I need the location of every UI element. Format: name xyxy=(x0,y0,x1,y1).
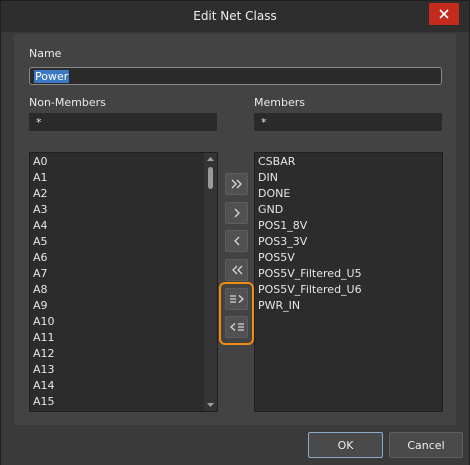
list-item[interactable]: A6 xyxy=(30,250,217,266)
list-item[interactable]: A15 xyxy=(30,394,217,410)
list-item[interactable]: A10 xyxy=(30,314,217,330)
name-value: Power xyxy=(34,70,70,83)
window-title: Edit Net Class xyxy=(193,9,277,23)
cancel-button[interactable]: Cancel xyxy=(389,432,463,458)
scroll-down-arrow-icon xyxy=(207,403,214,407)
list-item[interactable]: A4 xyxy=(30,218,217,234)
list-item[interactable]: DONE xyxy=(255,186,442,202)
non-members-list[interactable]: A0 A1 A2 A3 A4 A5 A6 A7 A8 A9 A10 A11 A12 A13 A14 A15 xyxy=(29,152,218,412)
move-all-to-non-members-button[interactable] xyxy=(225,259,248,281)
move-to-members-button[interactable] xyxy=(225,202,248,224)
name-label: Name xyxy=(29,47,62,60)
list-item[interactable]: A2 xyxy=(30,186,217,202)
list-item[interactable]: A0 xyxy=(30,154,217,170)
list-item[interactable]: A5 xyxy=(30,234,217,250)
scroll-thumb[interactable] xyxy=(208,167,213,189)
list-item[interactable]: POS5V xyxy=(255,250,442,266)
list-item[interactable]: POS5V_Filtered_U6 xyxy=(255,282,442,298)
close-icon xyxy=(439,9,449,19)
list-item[interactable]: A11 xyxy=(30,330,217,346)
list-item[interactable]: POS1_8V xyxy=(255,218,442,234)
remove-selected-from-members-button[interactable] xyxy=(225,316,248,338)
move-to-non-members-button[interactable] xyxy=(225,230,248,252)
scroll-down-button[interactable] xyxy=(204,399,217,411)
list-item[interactable]: A1 xyxy=(30,170,217,186)
list-move-left-icon xyxy=(229,323,244,331)
close-button[interactable] xyxy=(429,3,459,25)
members-filter-input[interactable]: * xyxy=(254,113,442,131)
members-list[interactable]: CSBAR DIN DONE GND POS1_8V POS3_3V POS5V POS5V_… xyxy=(254,152,443,412)
list-item[interactable]: GND xyxy=(255,202,442,218)
list-item[interactable]: PWR_IN xyxy=(255,298,442,314)
name-field[interactable]: Power xyxy=(29,67,442,85)
list-item[interactable]: POS5V_Filtered_U5 xyxy=(255,266,442,282)
non-members-filter-input[interactable]: * xyxy=(29,113,217,131)
members-label: Members xyxy=(254,96,305,109)
move-all-to-members-button[interactable] xyxy=(225,173,248,195)
list-item[interactable]: A9 xyxy=(30,298,217,314)
list-item[interactable]: A14 xyxy=(30,378,217,394)
chevron-left-icon xyxy=(233,236,239,246)
scroll-up-button[interactable] xyxy=(204,153,217,165)
list-item[interactable]: A13 xyxy=(30,362,217,378)
ok-button[interactable]: OK xyxy=(308,432,383,458)
title-bar[interactable]: Edit Net Class xyxy=(1,1,469,32)
list-item[interactable]: CSBAR xyxy=(255,154,442,170)
chevron-right-icon xyxy=(234,208,240,218)
list-item[interactable]: A12 xyxy=(30,346,217,362)
add-selected-to-members-button[interactable] xyxy=(225,288,248,310)
list-move-right-icon xyxy=(229,295,244,303)
double-chevron-right-icon xyxy=(231,179,242,189)
list-item[interactable]: POS3_3V xyxy=(255,234,442,250)
edit-net-class-dialog: Edit Net Class Name Power Non-Members * … xyxy=(0,0,470,465)
list-item[interactable]: DIN xyxy=(255,170,442,186)
list-item[interactable]: A8 xyxy=(30,282,217,298)
list-item[interactable]: A7 xyxy=(30,266,217,282)
double-chevron-left-icon xyxy=(231,265,242,275)
non-members-label: Non-Members xyxy=(29,96,106,109)
non-members-scrollbar[interactable] xyxy=(204,153,217,411)
scroll-up-arrow-icon xyxy=(207,157,214,161)
list-item[interactable]: A3 xyxy=(30,202,217,218)
